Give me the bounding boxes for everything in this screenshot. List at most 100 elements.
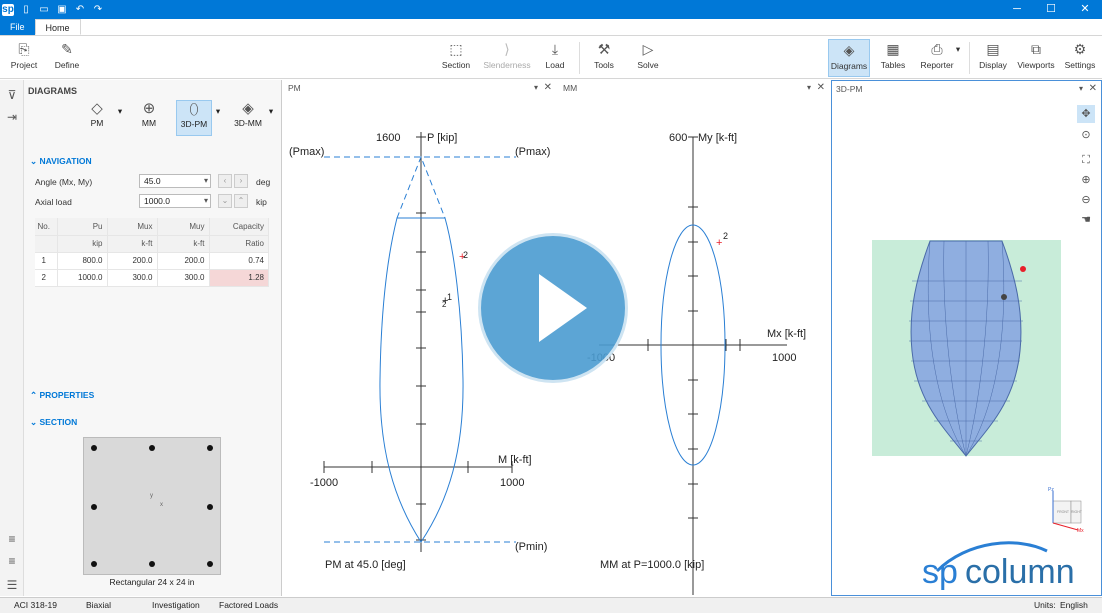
- pan-hand-icon[interactable]: ☚: [1077, 211, 1095, 229]
- section-caption: Rectangular 24 x 24 in: [109, 577, 195, 587]
- new-file-icon[interactable]: ▯: [20, 4, 32, 16]
- units-select[interactable]: English: [1060, 600, 1088, 610]
- sort-down-icon[interactable]: ≡: [0, 528, 24, 550]
- display-button[interactable]: ▤ Display: [975, 39, 1011, 77]
- viewports-label: Viewports: [1017, 60, 1055, 70]
- angle-select[interactable]: 45.0: [139, 174, 211, 188]
- cell-no: 1: [35, 252, 58, 270]
- rebar: [91, 504, 97, 510]
- status-mode: Biaxial: [86, 600, 112, 610]
- col-capacity: Capacity: [209, 218, 269, 236]
- axial-down-icon[interactable]: ⌄: [218, 194, 232, 208]
- redo-icon[interactable]: ↷: [92, 4, 104, 16]
- close-window-icon[interactable]: ✕: [1068, 0, 1102, 19]
- capacity-table: No. Pu Mux Muy Capacity kip k-ft k-ft Ra…: [35, 218, 269, 287]
- tables-label: Tables: [880, 60, 906, 70]
- solve-button[interactable]: ▷ Solve: [631, 39, 665, 77]
- tools-icon: ⚒: [597, 41, 611, 57]
- tab-file[interactable]: File: [0, 19, 35, 35]
- rebar: [207, 445, 213, 451]
- axial-unit: kip: [256, 197, 267, 207]
- settings-button[interactable]: ⚙ Settings: [1062, 39, 1098, 77]
- section-header[interactable]: ⌄ SECTION: [30, 417, 77, 428]
- zoom-in-icon[interactable]: ⊕: [1077, 171, 1095, 189]
- 3d-pm-viewport[interactable]: 3D-PM ▾ ✕ FRONT RIGHT Pz Mx sp column ✥ ⊙ …: [831, 80, 1102, 596]
- col-mux: Mux: [107, 218, 158, 236]
- col-no: No.: [35, 218, 58, 236]
- section-axis-x: x: [160, 502, 163, 508]
- angle-next-icon[interactable]: ›: [234, 174, 248, 188]
- tab-home[interactable]: Home: [34, 19, 81, 35]
- project-button[interactable]: ⎘ Project: [6, 39, 42, 77]
- viewports-button[interactable]: ⧉ Viewports: [1015, 39, 1057, 77]
- diagrams-icon: ◈: [843, 42, 855, 58]
- properties-header[interactable]: ⌃ PROPERTIES: [30, 390, 94, 401]
- cell-no: 2: [35, 269, 58, 287]
- angle-unit: deg: [256, 177, 271, 187]
- 3d-mm-dropdown-icon[interactable]: ▾: [266, 106, 276, 142]
- diagram-type-3d-pm[interactable]: ⬯ 3D-PM: [176, 100, 212, 136]
- orbit-tool-icon[interactable]: ⊙: [1077, 126, 1095, 144]
- status-code: ACI 318-19: [14, 600, 57, 610]
- tables-button[interactable]: ▦ Tables: [876, 39, 910, 77]
- load-button[interactable]: ⤓ Load: [539, 39, 571, 77]
- navigation-header[interactable]: ⌄ NAVIGATION: [30, 156, 92, 167]
- zoom-extents-icon[interactable]: ⛶: [1077, 151, 1095, 169]
- mm-my-tick: 600: [669, 132, 687, 144]
- title-bar: sp ▯ ▭ ▣ ↶ ↷ ─ ☐ ✕: [0, 0, 1102, 19]
- display-label: Display: [979, 60, 1007, 70]
- diagram-type-label: PM: [90, 118, 104, 128]
- rotate-tool-icon[interactable]: ✥: [1077, 105, 1095, 123]
- slenderness-button[interactable]: ⟩ Slenderness: [481, 39, 533, 77]
- tools-label: Tools: [594, 60, 614, 70]
- cell-capacity: 1.28: [209, 269, 269, 287]
- section-axis-y: y: [150, 493, 153, 499]
- diagrams-label: Diagrams: [830, 61, 868, 71]
- 3d-mm-diagram-icon: ◈: [242, 100, 254, 117]
- undo-icon[interactable]: ↶: [74, 4, 86, 16]
- sort-up-icon[interactable]: ≡: [0, 550, 24, 572]
- filter-icon[interactable]: ⊽: [0, 84, 24, 106]
- cell-pu: 800.0: [57, 252, 108, 270]
- maximize-icon[interactable]: ☐: [1034, 0, 1068, 19]
- pm-pmin: (Pmin): [515, 541, 547, 553]
- mm-diagram-icon: ⊕: [142, 100, 156, 117]
- save-icon[interactable]: ▣: [56, 4, 68, 16]
- open-folder-icon[interactable]: ▭: [38, 4, 50, 16]
- diagram-type-pm[interactable]: ◇ PM: [82, 100, 112, 136]
- diagrams-button[interactable]: ◈ Diagrams: [828, 39, 870, 77]
- tools-button[interactable]: ⚒ Tools: [588, 39, 620, 77]
- menu-icon[interactable]: ☰: [0, 574, 24, 596]
- status-run: Investigation: [152, 600, 200, 610]
- mm-caption: MM at P=1000.0 [kip]: [600, 559, 704, 571]
- table-row[interactable]: 1 800.0 200.0 200.0 0.74: [35, 252, 269, 270]
- 3d-pm-dropdown-icon[interactable]: ▾: [213, 106, 223, 142]
- angle-prev-icon[interactable]: ‹: [218, 174, 232, 188]
- diagram-type-mm[interactable]: ⊕ MM: [135, 100, 163, 136]
- zoom-out-icon[interactable]: ⊖: [1077, 191, 1095, 209]
- minimize-icon[interactable]: ─: [1000, 0, 1034, 19]
- pm-p-axis-label: P [kip]: [427, 132, 457, 144]
- pm-dropdown-icon[interactable]: ▾: [115, 106, 125, 142]
- pm-m-neg: -1000: [310, 477, 338, 489]
- section-button[interactable]: ⬚ Section: [438, 39, 474, 77]
- table-units-row: kip k-ft k-ft Ratio: [35, 235, 269, 253]
- define-button[interactable]: ✎ Define: [50, 39, 84, 77]
- diagram-type-3d-mm[interactable]: ◈ 3D-MM: [230, 100, 266, 136]
- cell-muy: 200.0: [157, 252, 210, 270]
- table-row[interactable]: 2 1000.0 300.0 300.0 1.28: [35, 269, 269, 287]
- unit-pu: kip: [57, 235, 108, 253]
- axial-up-icon[interactable]: ⌃: [234, 194, 248, 208]
- cube-right-label: RIGHT: [1071, 510, 1083, 514]
- tables-icon: ▦: [886, 41, 900, 57]
- reporter-dropdown-icon[interactable]: ▾: [952, 44, 964, 82]
- load-label: Load: [545, 60, 565, 70]
- export-icon[interactable]: ⇥: [0, 106, 24, 128]
- viewports-icon: ⧉: [1031, 41, 1041, 57]
- gear-icon: ⚙: [1073, 41, 1087, 57]
- axial-select[interactable]: 1000.0: [139, 194, 211, 208]
- left-toolbar: ⊽ ⇥ ≡ ≡ ☰: [0, 80, 24, 596]
- settings-label: Settings: [1064, 60, 1096, 70]
- mm-point-2: +: [716, 237, 722, 249]
- play-video-button[interactable]: [478, 233, 628, 383]
